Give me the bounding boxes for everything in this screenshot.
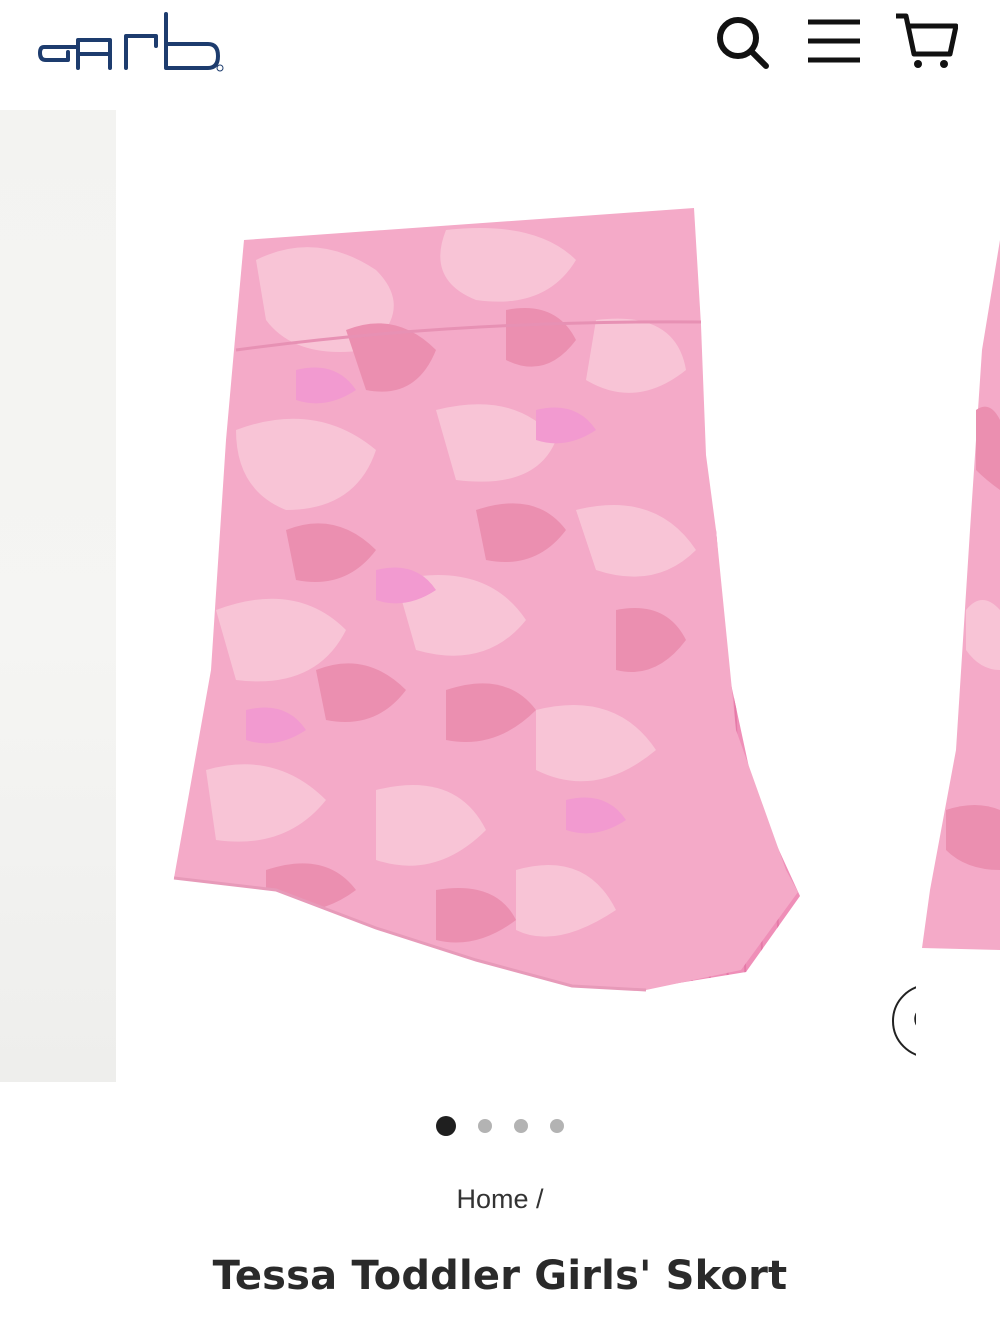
product-image-skort[interactable] [116,110,966,1085]
breadcrumb: Home / [0,1184,1000,1215]
menu-icon [808,19,860,63]
slide-dot-4[interactable] [550,1119,564,1133]
next-slide[interactable] [916,110,1000,1085]
slide-dot-2[interactable] [478,1119,492,1133]
site-header: garb [0,0,1000,110]
garb-logo[interactable]: garb [38,10,228,74]
slide-dot-1[interactable] [436,1116,456,1136]
cart-icon [896,13,959,68]
breadcrumb-home-link[interactable]: Home [456,1184,528,1214]
gallery-pagination [0,1116,1000,1140]
previous-slide[interactable] [0,110,116,1082]
search-button[interactable] [710,10,774,74]
breadcrumb-separator: / [536,1184,544,1214]
product-image-gallery[interactable] [0,110,1000,1085]
skort-image [173,208,800,992]
search-icon [717,17,769,69]
next-slide-image [922,240,1000,950]
product-title: Tessa Toddler Girls' Skort [212,1253,788,1299]
cart-button[interactable] [894,10,959,74]
slide-dot-3[interactable] [514,1119,528,1133]
garb-logo-mark [38,12,224,72]
menu-button[interactable] [802,10,866,74]
